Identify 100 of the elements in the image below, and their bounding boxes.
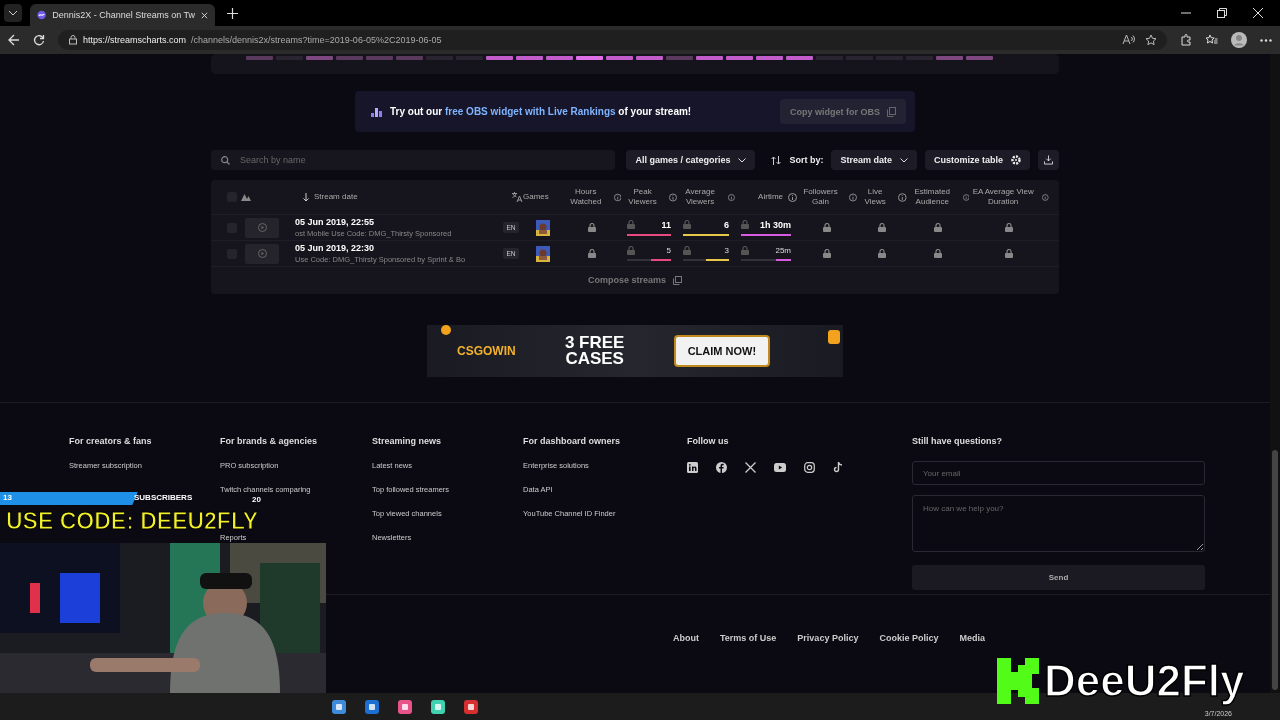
compose-streams-button[interactable]: Compose streams (582, 274, 688, 286)
read-aloud-icon[interactable] (1122, 34, 1135, 45)
new-tab-icon[interactable] (227, 7, 238, 19)
column-header[interactable]: Peak Viewers (621, 187, 665, 207)
column-header[interactable]: Stream date (314, 192, 358, 202)
footer-link[interactable]: Terms of Use (720, 633, 777, 643)
goal-target: 20 (252, 495, 261, 504)
restore-icon[interactable] (1217, 8, 1227, 18)
lock-icon (934, 249, 942, 258)
address-field[interactable]: https://streamscharts.com /channels/dennis2x/streams?time=2019-06-05%2C2019-06-05 (58, 30, 1167, 50)
app-icon[interactable] (397, 698, 413, 715)
footer-link[interactable]: About (673, 633, 699, 643)
copy-widget-button[interactable]: Copy widget for OBS (780, 99, 906, 124)
lock-icon (823, 249, 831, 258)
promo-text: Try out our free OBS widget with Live Rankings of your stream! (390, 106, 692, 117)
promo-code-text: USE CODE: DEEU2FLY (6, 508, 259, 534)
lock-icon (878, 249, 886, 258)
column-header[interactable]: Followers Gain (797, 187, 845, 207)
linkedin-icon[interactable] (687, 462, 698, 473)
app-icon[interactable] (364, 698, 380, 715)
column-header[interactable]: Estimated Audience (907, 187, 958, 207)
info-icon (669, 192, 677, 202)
sort-down-icon (303, 192, 309, 202)
browser-tab[interactable]: Dennis2X - Channel Streams on Tw (30, 4, 215, 26)
search-field[interactable]: Search by name (211, 150, 616, 170)
column-header[interactable]: Games (523, 192, 549, 202)
metric-value: 6 (724, 219, 729, 230)
coin-icon (827, 329, 841, 345)
lock-icon (741, 246, 749, 255)
ad-banner[interactable]: CSGOWIN 3 FREE CASES CLAIM NOW! (427, 325, 843, 377)
lock-icon (68, 35, 78, 45)
settings-icon (1011, 155, 1021, 165)
obs-widget-link[interactable]: free OBS widget with Live Rankings (445, 106, 616, 117)
footer-link[interactable]: Cookie Policy (879, 633, 939, 643)
claim-button[interactable]: CLAIM NOW! (673, 335, 771, 367)
play-icon (257, 249, 267, 258)
download-icon (1044, 155, 1053, 165)
lock-icon (741, 220, 749, 229)
download-button[interactable] (1038, 150, 1059, 170)
lock-icon (588, 249, 596, 258)
app-icon[interactable] (331, 698, 347, 715)
column-header[interactable]: Average Viewers (677, 187, 724, 207)
channel-logo-text: DeeU2Fly (1044, 655, 1245, 707)
column-header[interactable]: Live Views (857, 187, 894, 207)
ad-offer: 3 FREE CASES (563, 335, 626, 367)
column-header[interactable]: Hours Watched (563, 187, 609, 207)
send-button[interactable]: Send (912, 565, 1205, 590)
chevron-down-icon (8, 10, 18, 16)
lock-icon (627, 246, 635, 255)
x-icon[interactable] (745, 462, 756, 473)
sort-dropdown[interactable]: Stream date (831, 150, 917, 170)
info-icon (728, 192, 735, 202)
metric-value: 25m (775, 246, 791, 255)
sort-icon (771, 155, 782, 165)
extensions-icon[interactable] (1180, 34, 1192, 46)
youtube-icon[interactable] (774, 463, 786, 472)
footer-heading: Streaming news (372, 436, 443, 448)
close-icon[interactable] (1253, 8, 1263, 18)
chevron-down-icon (900, 157, 908, 163)
ad-brand: CSGOWIN (457, 344, 516, 358)
footer-heading: For creators & fans (69, 436, 153, 448)
metric-value: 3 (724, 246, 729, 255)
profile-avatar-icon[interactable] (1231, 32, 1247, 48)
back-icon[interactable] (8, 34, 20, 46)
play-icon (257, 223, 267, 232)
app-icon[interactable] (463, 698, 479, 715)
instagram-icon[interactable] (804, 462, 815, 473)
column-header[interactable]: Airtime (758, 192, 783, 202)
email-field[interactable]: Your email (912, 461, 1205, 485)
lock-icon (588, 223, 596, 232)
stream-date[interactable]: 05 Jun 2019, 22:30 (295, 243, 499, 253)
chevron-down-icon (738, 157, 747, 163)
lock-icon (1005, 249, 1013, 258)
more-icon[interactable] (1260, 38, 1272, 42)
message-field[interactable]: How can we help you? (912, 495, 1205, 552)
scrollbar-thumb[interactable] (1272, 450, 1278, 690)
games-dropdown[interactable]: All games / categories (626, 150, 756, 170)
coin-icon (441, 325, 451, 335)
sort-label: Sort by: (789, 155, 824, 165)
reload-icon[interactable] (33, 34, 45, 46)
lock-icon (823, 223, 831, 232)
info-icon (962, 192, 969, 202)
stream-date[interactable]: 05 Jun 2019, 22:55 (295, 217, 499, 227)
footer-link[interactable]: Privacy Policy (797, 633, 859, 643)
info-icon (898, 192, 907, 202)
tiktok-icon[interactable] (833, 462, 843, 473)
close-icon[interactable] (201, 10, 208, 20)
footer-link[interactable]: Media (959, 633, 985, 643)
favorites-icon[interactable] (1205, 34, 1218, 46)
customize-table-button[interactable]: Customize table (925, 150, 1030, 170)
star-icon[interactable] (1145, 34, 1157, 46)
column-header[interactable]: EA Average View Duration (969, 187, 1038, 207)
mountain-icon (241, 193, 251, 201)
lock-icon (627, 220, 635, 229)
tab-menu-button[interactable] (4, 4, 22, 22)
info-icon (1042, 192, 1049, 202)
search-icon (221, 156, 230, 165)
facebook-icon[interactable] (716, 462, 727, 473)
app-icon[interactable] (430, 698, 446, 715)
footer-heading: For brands & agencies (220, 436, 319, 448)
